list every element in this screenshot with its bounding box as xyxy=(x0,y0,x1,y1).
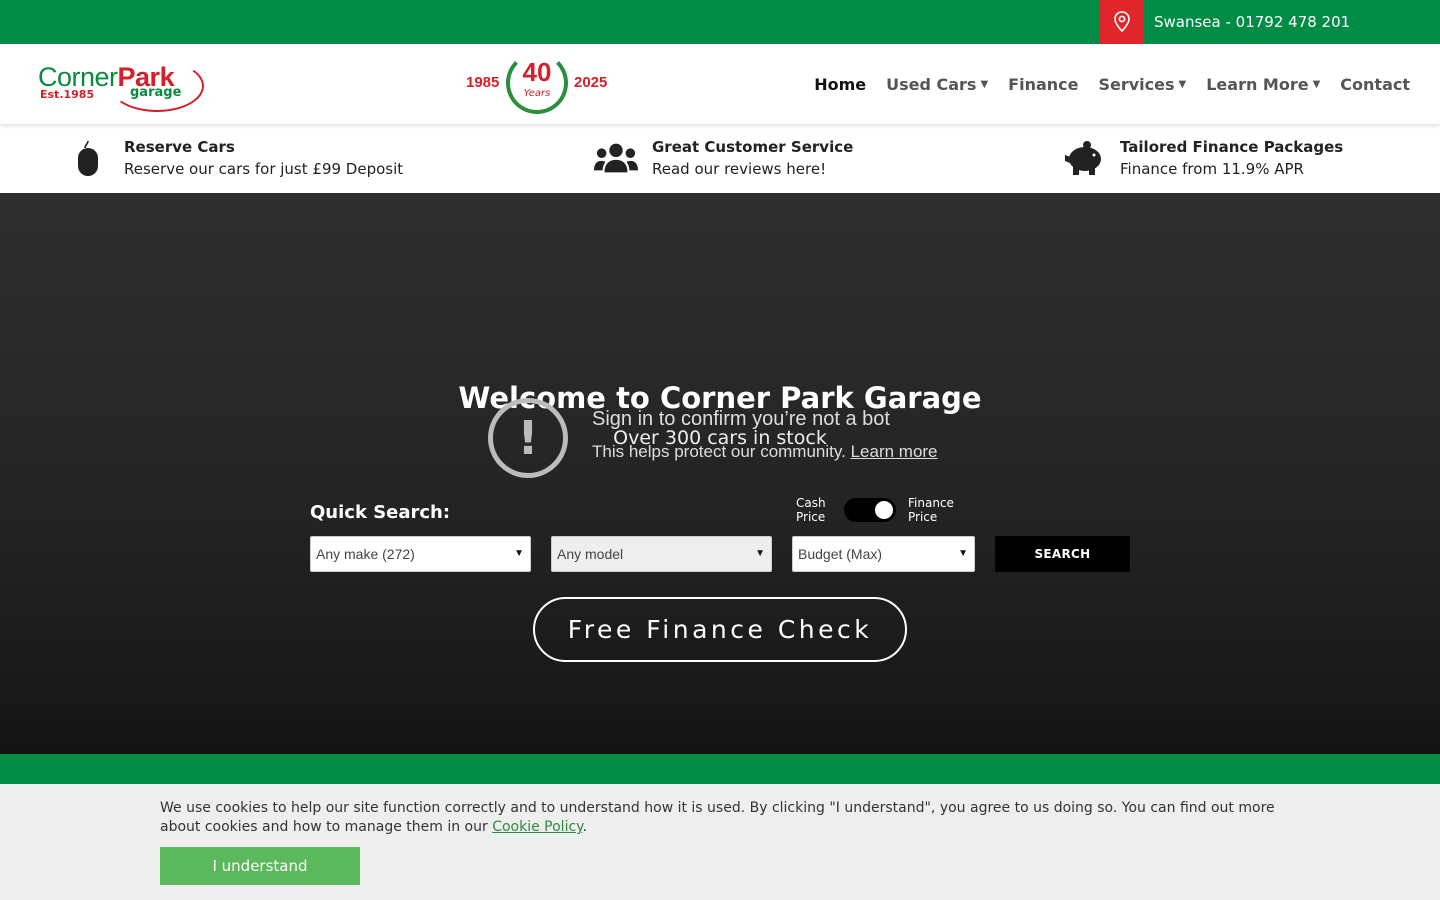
map-pin-icon xyxy=(1100,0,1144,44)
top-bar: Swansea - 01792 478 201 xyxy=(0,0,1440,44)
price-toggle[interactable] xyxy=(844,498,896,522)
nav-used-cars-label: Used Cars xyxy=(886,74,977,94)
bot-check-text: This helps protect our community. xyxy=(592,442,846,461)
model-select-value: Any model xyxy=(557,546,624,562)
usp-customer-service[interactable]: Great Customer Service Read our reviews … xyxy=(594,136,853,180)
nav-finance-label: Finance xyxy=(1008,74,1079,94)
nav-services[interactable]: Services ▼ xyxy=(1098,75,1186,94)
nav-services-label: Services xyxy=(1098,74,1175,94)
logo-garage-text: garage xyxy=(130,85,182,100)
piggy-bank-icon xyxy=(1062,138,1106,178)
search-button[interactable]: SEARCH xyxy=(995,536,1130,572)
cookie-message-end: . xyxy=(582,819,587,835)
cookie-banner: We use cookies to help our site function… xyxy=(0,784,1440,900)
usp-title: Tailored Finance Packages xyxy=(1120,138,1344,156)
usp-subtitle: Reserve our cars for just £99 Deposit xyxy=(124,160,404,178)
nav-finance[interactable]: Finance xyxy=(1008,75,1078,94)
nav-home[interactable]: Home xyxy=(814,75,866,94)
usp-title: Reserve Cars xyxy=(124,138,235,156)
anniversary-label: Years xyxy=(523,88,551,99)
make-select-value: Any make (272) xyxy=(316,546,415,562)
users-icon xyxy=(594,138,638,178)
anniversary-year-end: 2025 xyxy=(574,74,608,91)
warning-icon: ! xyxy=(488,398,568,478)
anniversary-number: 40 xyxy=(522,57,552,87)
chevron-down-icon: ▼ xyxy=(980,78,989,90)
location-phone-link[interactable]: Swansea - 01792 478 201 xyxy=(1154,0,1350,44)
budget-select-value: Budget (Max) xyxy=(798,546,883,562)
anniversary-year-start: 1985 xyxy=(466,74,500,91)
usp-title: Great Customer Service xyxy=(652,138,854,156)
usp-reserve-cars[interactable]: Reserve Cars Reserve our cars for just £… xyxy=(66,136,403,180)
nav-contact-label: Contact xyxy=(1340,74,1410,94)
nav-home-label: Home xyxy=(814,74,867,94)
learn-more-link[interactable]: Learn more xyxy=(851,442,938,461)
usp-strip: Reserve Cars Reserve our cars for just £… xyxy=(0,124,1440,193)
mouse-icon xyxy=(66,138,110,178)
budget-select[interactable]: Budget (Max) ▼ xyxy=(792,536,975,572)
usp-finance-packages[interactable]: Tailored Finance Packages Finance from 1… xyxy=(1062,136,1343,180)
chevron-down-icon: ▼ xyxy=(755,548,765,559)
bot-check-title: Sign in to confirm you’re not a bot xyxy=(592,408,890,430)
chevron-down-icon: ▼ xyxy=(514,548,524,559)
nav-learn-more[interactable]: Learn More ▼ xyxy=(1206,75,1320,94)
main-nav: Home Used Cars ▼ Finance Services ▼ Learn … xyxy=(814,44,1410,124)
chevron-down-icon: ▼ xyxy=(1312,78,1321,90)
cookie-text: We use cookies to help our site function… xyxy=(160,799,1290,837)
anniversary-badge: 1985 40 Years 2025 xyxy=(462,52,608,116)
nav-learn-more-label: Learn More xyxy=(1206,74,1309,94)
nav-used-cars[interactable]: Used Cars ▼ xyxy=(886,75,988,94)
toggle-knob xyxy=(875,501,893,519)
chevron-down-icon: ▼ xyxy=(958,548,968,559)
cookie-accept-button[interactable]: I understand xyxy=(160,847,360,885)
model-select[interactable]: Any model ▼ xyxy=(551,536,772,572)
free-finance-check-button[interactable]: Free Finance Check xyxy=(533,597,907,662)
cookie-message: We use cookies to help our site function… xyxy=(160,800,1275,835)
site-header: CornerPark Est.1985 garage 1985 40 Years… xyxy=(0,44,1440,124)
logo-est-text: Est.1985 xyxy=(40,88,95,101)
nav-contact[interactable]: Contact xyxy=(1340,75,1410,94)
make-select[interactable]: Any make (272) ▼ xyxy=(310,536,531,572)
cash-price-label: Cash Price xyxy=(796,496,826,524)
hero-section: Welcome to Corner Park Garage Over 300 c… xyxy=(0,193,1440,754)
chevron-down-icon: ▼ xyxy=(1178,78,1187,90)
site-logo[interactable]: CornerPark Est.1985 garage xyxy=(38,60,204,112)
finance-price-label: Finance Price xyxy=(908,496,954,524)
price-toggle-group: Cash Price Finance Price xyxy=(796,496,958,524)
cookie-policy-link[interactable]: Cookie Policy xyxy=(492,819,582,835)
quick-search-label: Quick Search: xyxy=(310,502,451,523)
usp-subtitle: Read our reviews here! xyxy=(652,160,827,178)
usp-subtitle: Finance from 11.9% APR xyxy=(1120,160,1304,178)
